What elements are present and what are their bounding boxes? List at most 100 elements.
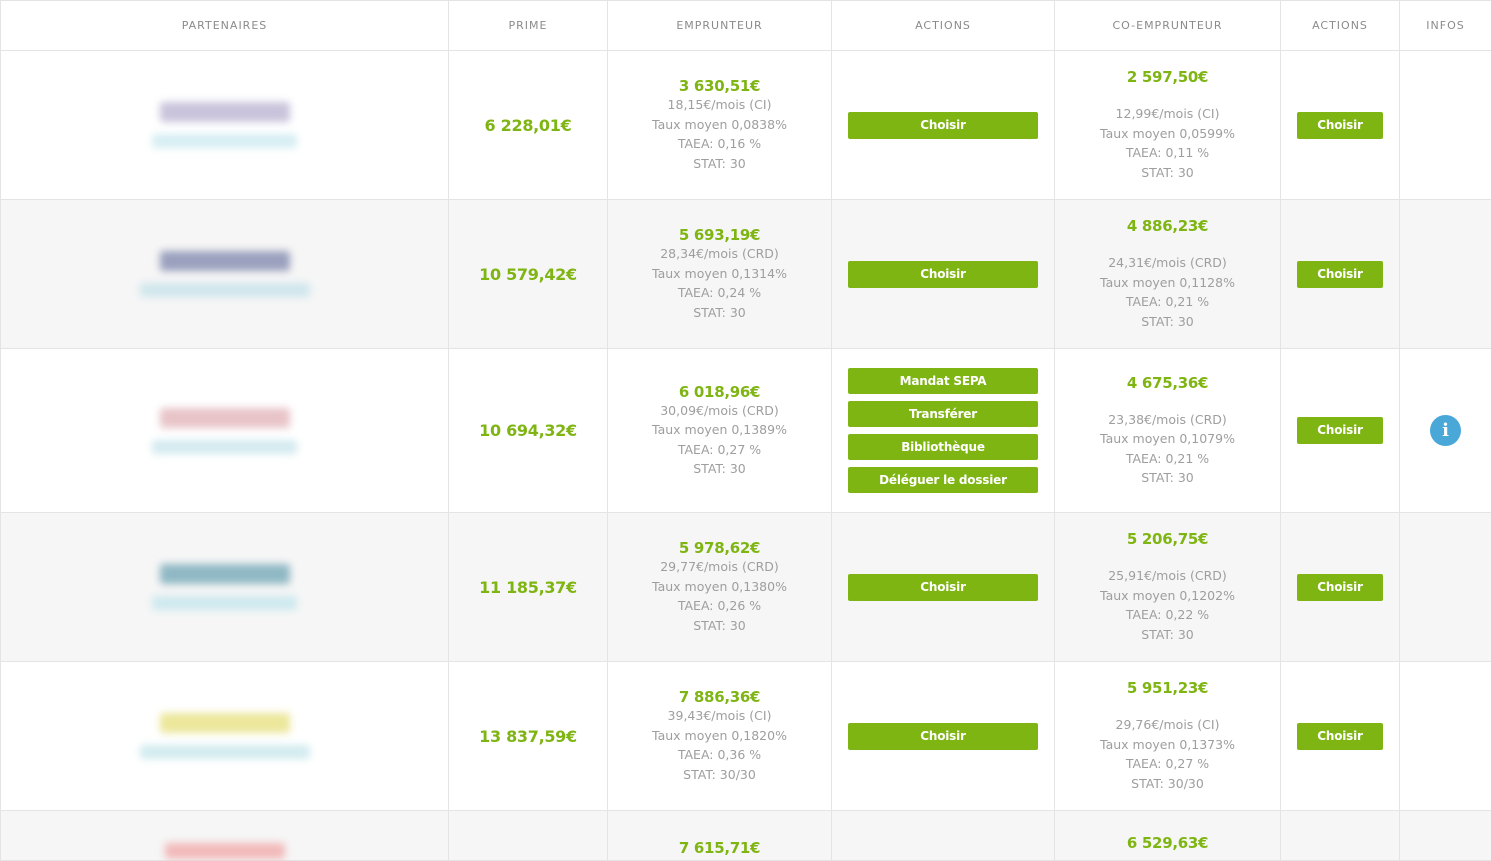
borrower-amount: 7 886,36€	[678, 688, 761, 706]
borrower-stat: STAT: 30/30	[683, 766, 756, 782]
borrower-cell: 3 630,51€ 18,15€/mois (CI) Taux moyen 0,08…	[607, 50, 832, 200]
partner-cell	[0, 348, 449, 513]
partner-cell	[0, 512, 449, 662]
coborrower-amount: 5 951,23€	[1126, 679, 1209, 697]
actions-cell: Choisir	[831, 512, 1055, 662]
delegate-file-button[interactable]: Déléguer le dossier	[848, 467, 1038, 493]
borrower-amount: 3 630,51€	[678, 77, 761, 95]
partner-logo-mark	[159, 407, 290, 428]
prime-cell	[448, 810, 608, 861]
coborrower-amount: 4 886,23€	[1126, 217, 1209, 235]
actions-co-cell: Choisir	[1280, 348, 1400, 513]
borrower-taea: TAEA: 0,36 %	[677, 747, 762, 762]
choose-button[interactable]: Choisir	[848, 111, 1038, 139]
info-cell	[1399, 512, 1491, 662]
partner-logo-text	[152, 439, 297, 454]
borrower-monthly: 39,43€/mois (CI)	[667, 708, 772, 723]
action-button-wrap: Mandat SEPA	[832, 365, 1054, 398]
library-button[interactable]: Bibliothèque	[848, 434, 1038, 460]
partner-logo	[1, 407, 448, 454]
header-partners[interactable]: PARTENAIRES	[0, 0, 449, 51]
header-borrower[interactable]: EMPRUNTEUR	[607, 0, 832, 51]
coborrower-stat: STAT: 30	[1141, 626, 1194, 642]
actions-cell: Choisir	[831, 661, 1055, 811]
coborrower-rate: Taux moyen 0,1079%	[1100, 431, 1235, 446]
actions-cell: Choisir	[831, 199, 1055, 349]
borrower-cell: 7 886,36€ 39,43€/mois (CI) Taux moyen 0,18…	[607, 661, 832, 811]
choose-co-button[interactable]: Choisir	[1297, 260, 1383, 288]
coborrower-taea: TAEA: 0,21 %	[1125, 450, 1210, 466]
info-cell: i	[1399, 348, 1491, 513]
borrower-monthly: 29,77€/mois (CRD)	[660, 559, 779, 574]
borrower-cell: 7 615,71€	[607, 810, 832, 861]
borrower-monthly: 28,34€/mois (CRD)	[660, 246, 779, 261]
info-cell	[1399, 50, 1491, 200]
header-actions: ACTIONS	[831, 0, 1055, 51]
actions-cell: Mandat SEPA Transférer Bibliothèque Délégue…	[831, 348, 1055, 513]
mandat-sepa-button[interactable]: Mandat SEPA	[848, 368, 1038, 394]
choose-button[interactable]: Choisir	[848, 573, 1038, 601]
borrower-rate: Taux moyen 0,1314%	[652, 265, 787, 281]
coborrower-taea: TAEA: 0,27 %	[1125, 756, 1210, 771]
actions-cell: Choisir	[831, 50, 1055, 200]
header-actions-co: ACTIONS	[1280, 0, 1400, 51]
prime-amount: 6 228,01€	[484, 115, 572, 135]
prime-amount: 11 185,37€	[479, 577, 577, 597]
transfer-button[interactable]: Transférer	[848, 401, 1038, 427]
choose-co-button[interactable]: Choisir	[1297, 111, 1383, 139]
coborrower-cell: 5 206,75€ 25,91€/mois (CRD) Taux moyen 0,1…	[1054, 512, 1281, 662]
borrower-taea: TAEA: 0,27 %	[677, 441, 762, 457]
partner-logo	[1, 564, 448, 610]
coborrower-monthly: 12,99€/mois (CI)	[1115, 106, 1220, 121]
coborrower-amount: 5 206,75€	[1126, 530, 1209, 548]
partner-logo-mark	[159, 564, 290, 584]
header-coborrower[interactable]: CO-EMPRUNTEUR	[1054, 0, 1281, 51]
prime-amount: 10 579,42€	[479, 264, 577, 284]
choose-button[interactable]: Choisir	[848, 722, 1038, 750]
prime-cell: 10 694,32€	[448, 348, 608, 513]
prime-cell: 10 579,42€	[448, 199, 608, 349]
prime-cell: 11 185,37€	[448, 512, 608, 662]
choose-button[interactable]: Choisir	[848, 260, 1038, 288]
coborrower-monthly: 23,38€/mois (CRD)	[1108, 411, 1227, 427]
actions-co-cell	[1280, 810, 1400, 861]
coborrower-rate: Taux moyen 0,1128%	[1100, 274, 1235, 290]
coborrower-cell: 2 597,50€ 12,99€/mois (CI) Taux moyen 0,05…	[1054, 50, 1281, 200]
borrower-stat: STAT: 30	[693, 304, 746, 320]
partner-cell	[0, 199, 449, 349]
offers-table: PARTENAIRES PRIME EMPRUNTEUR ACTIONS CO-…	[0, 0, 1491, 861]
borrower-stat: STAT: 30	[693, 155, 746, 171]
header-prime[interactable]: PRIME	[448, 0, 608, 51]
borrower-cell: 5 693,19€ 28,34€/mois (CRD) Taux moyen 0,1…	[607, 199, 832, 349]
coborrower-taea: TAEA: 0,11 %	[1125, 145, 1210, 160]
coborrower-amount: 2 597,50€	[1126, 68, 1209, 86]
partner-cell	[0, 810, 449, 861]
borrower-monthly: 18,15€/mois (CI)	[667, 97, 772, 112]
coborrower-taea: TAEA: 0,22 %	[1125, 607, 1210, 622]
borrower-stat: STAT: 30	[693, 461, 746, 476]
choose-co-button[interactable]: Choisir	[1297, 573, 1383, 601]
table-row: 10 694,32€ 6 018,96€ 30,09€/mois (CRD) Taux…	[0, 348, 1491, 513]
info-cell	[1399, 199, 1491, 349]
action-button-wrap: Déléguer le dossier	[832, 464, 1054, 497]
header-infos: INFOS	[1399, 0, 1491, 51]
action-button-wrap: Transférer	[832, 398, 1054, 431]
partner-logo-text	[152, 134, 297, 148]
info-icon[interactable]: i	[1430, 415, 1461, 446]
partner-logo-text	[139, 283, 310, 297]
partner-logo	[1, 713, 448, 759]
choose-co-button[interactable]: Choisir	[1297, 417, 1383, 444]
actions-cell	[831, 810, 1055, 861]
coborrower-cell: 4 886,23€ 24,31€/mois (CRD) Taux moyen 0,1…	[1054, 199, 1281, 349]
prime-cell: 13 837,59€	[448, 661, 608, 811]
coborrower-stat: STAT: 30	[1141, 313, 1194, 329]
borrower-stat: STAT: 30	[693, 617, 746, 633]
borrower-amount: 7 615,71€	[678, 838, 761, 857]
table-row: 11 185,37€ 5 978,62€ 29,77€/mois (CRD) Taux…	[0, 512, 1491, 662]
borrower-rate: Taux moyen 0,1389%	[652, 422, 787, 437]
borrower-monthly: 30,09€/mois (CRD)	[660, 402, 779, 418]
choose-co-button[interactable]: Choisir	[1297, 722, 1383, 750]
borrower-taea: TAEA: 0,16 %	[677, 136, 762, 151]
partner-logo-text	[139, 745, 310, 759]
prime-amount: 10 694,32€	[479, 421, 577, 440]
